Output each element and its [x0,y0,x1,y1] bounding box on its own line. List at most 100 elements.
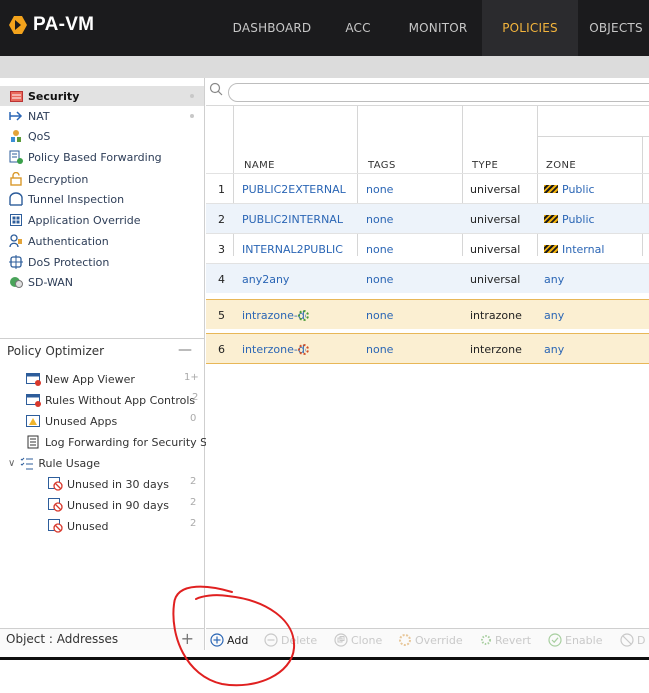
table-row[interactable]: 6 interzone-default none interzone any [206,333,649,363]
nav-dashboard[interactable]: DASHBOARD [220,0,324,56]
sidebar-item-pbf[interactable]: Policy Based Forwarding [9,147,162,167]
nav-policies[interactable]: POLICIES [482,0,578,56]
sidebar-item-label: Application Override [28,213,141,227]
rule-zone[interactable]: Public [544,174,595,204]
optimizer-item-unused[interactable]: Unused [48,516,108,536]
chevron-down-icon[interactable]: ∨ [8,458,15,469]
collapse-button[interactable]: — [178,342,192,358]
table-row[interactable]: 4 any2any none universal any [206,263,649,293]
dos-protection-icon [9,255,23,269]
sidebar-item-label: QoS [28,129,51,143]
sidebar-item-decryption[interactable]: Decryption [9,169,88,189]
rule-tags[interactable]: none [366,264,393,294]
zone-icon [544,245,558,253]
optimizer-item-label: Unused in 30 days [67,477,169,491]
optimizer-item-unused-90[interactable]: Unused in 90 days [48,495,169,515]
search-input[interactable] [228,83,649,102]
rule-type: universal [470,182,521,196]
optimizer-item-new-app-viewer[interactable]: New App Viewer [26,369,135,389]
optimizer-count: 2 [190,497,197,508]
column-header-type[interactable]: TYPE [472,160,498,171]
rule-tags[interactable]: none [366,234,393,264]
clone-button[interactable]: Clone [334,629,382,651]
decryption-lock-icon [9,172,23,186]
rule-tags[interactable]: none [366,300,393,330]
table-row[interactable]: 5 intrazone-default none intrazone any [206,299,649,329]
row-number: 2 [218,212,225,226]
add-object-button[interactable]: + [181,629,194,648]
rule-zone[interactable]: any [544,334,564,364]
sidebar-item-label: Authentication [28,234,109,248]
rule-name-link[interactable]: PUBLIC2EXTERNAL [242,174,346,204]
application-override-icon [9,213,23,227]
add-button[interactable]: Add [210,629,248,651]
rule-usage-list-icon [19,456,34,470]
rule-tags[interactable]: none [366,334,393,364]
column-header-zone[interactable]: ZONE [546,160,576,171]
sidebar-item-nat[interactable]: NAT [9,106,50,126]
sidebar-item-dos-protection[interactable]: DoS Protection [9,252,109,272]
policy-optimizer-panel: Policy Optimizer — New App Viewer 1+ Rul… [0,338,218,628]
rule-name-link[interactable]: PUBLIC2INTERNAL [242,204,343,234]
search-row [206,78,649,106]
override-button[interactable]: Override [398,629,463,651]
sidebar-item-security[interactable]: Security [0,86,204,106]
rule-tags[interactable]: none [366,204,393,234]
table-row[interactable]: 1 PUBLIC2EXTERNAL none universal Public [206,173,649,203]
disable-button[interactable]: D [620,629,645,651]
clone-label: Clone [351,633,383,647]
optimizer-item-label: Unused [67,519,109,533]
enable-button[interactable]: Enable [548,629,602,651]
rule-name-link[interactable]: intrazone-default [242,300,306,330]
nav-monitor[interactable]: MONITOR [396,0,480,56]
rules-icon [26,393,41,407]
rule-type: universal [470,272,521,286]
rule-type: interzone [470,342,522,356]
optimizer-count: 2 [190,518,197,529]
nav-objects[interactable]: OBJECTS [580,0,649,56]
rules-table-panel: NAME TAGS TYPE ZONE 1 PUBLIC2EXTERNAL no… [206,78,649,628]
rule-zone[interactable]: Internal [544,234,604,264]
sidebar-item-tunnel-inspection[interactable]: Tunnel Inspection [9,189,124,209]
revert-button[interactable]: Revert [480,629,531,651]
row-divider [206,363,649,364]
table-row[interactable]: 2 PUBLIC2INTERNAL none universal Public [206,203,649,233]
column-header-tags[interactable]: TAGS [368,160,396,171]
rule-zone[interactable]: Public [544,204,595,234]
optimizer-item-label: Unused in 90 days [67,498,169,512]
enable-label: Enable [565,633,603,647]
rule-tags[interactable]: none [366,174,393,204]
override-label: Override [415,633,463,647]
search-icon[interactable] [209,81,223,100]
optimizer-count: 1+ [184,372,199,383]
optimizer-item-rules-without-app-controls[interactable]: Rules Without App Controls [26,390,195,410]
override-icon [398,633,412,647]
optimizer-item-label: Unused Apps [45,414,118,428]
sidebar-item-qos[interactable]: QoS [9,126,50,146]
rule-name-link[interactable]: INTERNAL2PUBLIC [242,234,343,264]
sidebar-item-authentication[interactable]: Authentication [9,231,109,251]
optimizer-item-log-forwarding[interactable]: Log Forwarding for Security Ser [26,432,218,452]
zone-label: Public [562,212,595,226]
rule-zone[interactable]: any [544,300,564,330]
pa-logo-icon [9,16,27,34]
sidebar-item-label: Decryption [28,172,89,186]
column-header-name[interactable]: NAME [244,160,275,171]
sidebar-item-application-override[interactable]: Application Override [9,210,141,230]
sidebar-item-sdwan[interactable]: SD-WAN [9,272,73,292]
delete-label: Delete [281,633,318,647]
optimizer-item-unused-apps[interactable]: Unused Apps [26,411,117,431]
rule-name-link[interactable]: any2any [242,264,289,294]
optimizer-item-rule-usage[interactable]: ∨ Rule Usage [8,453,100,473]
optimizer-item-unused-30[interactable]: Unused in 30 days [48,474,169,494]
rule-zone[interactable]: any [544,264,564,294]
table-row[interactable]: 3 INTERNAL2PUBLIC none universal Interna… [206,233,649,263]
status-dot [190,114,194,118]
object-addresses-bar: Object : Addresses + [0,628,205,650]
status-dot [190,94,194,98]
optimizer-item-label: Rule Usage [38,456,101,470]
sdwan-icon [9,275,23,289]
nav-acc[interactable]: ACC [328,0,388,56]
delete-button[interactable]: Delete [264,629,317,651]
rule-name-link[interactable]: interzone-default [242,334,306,364]
